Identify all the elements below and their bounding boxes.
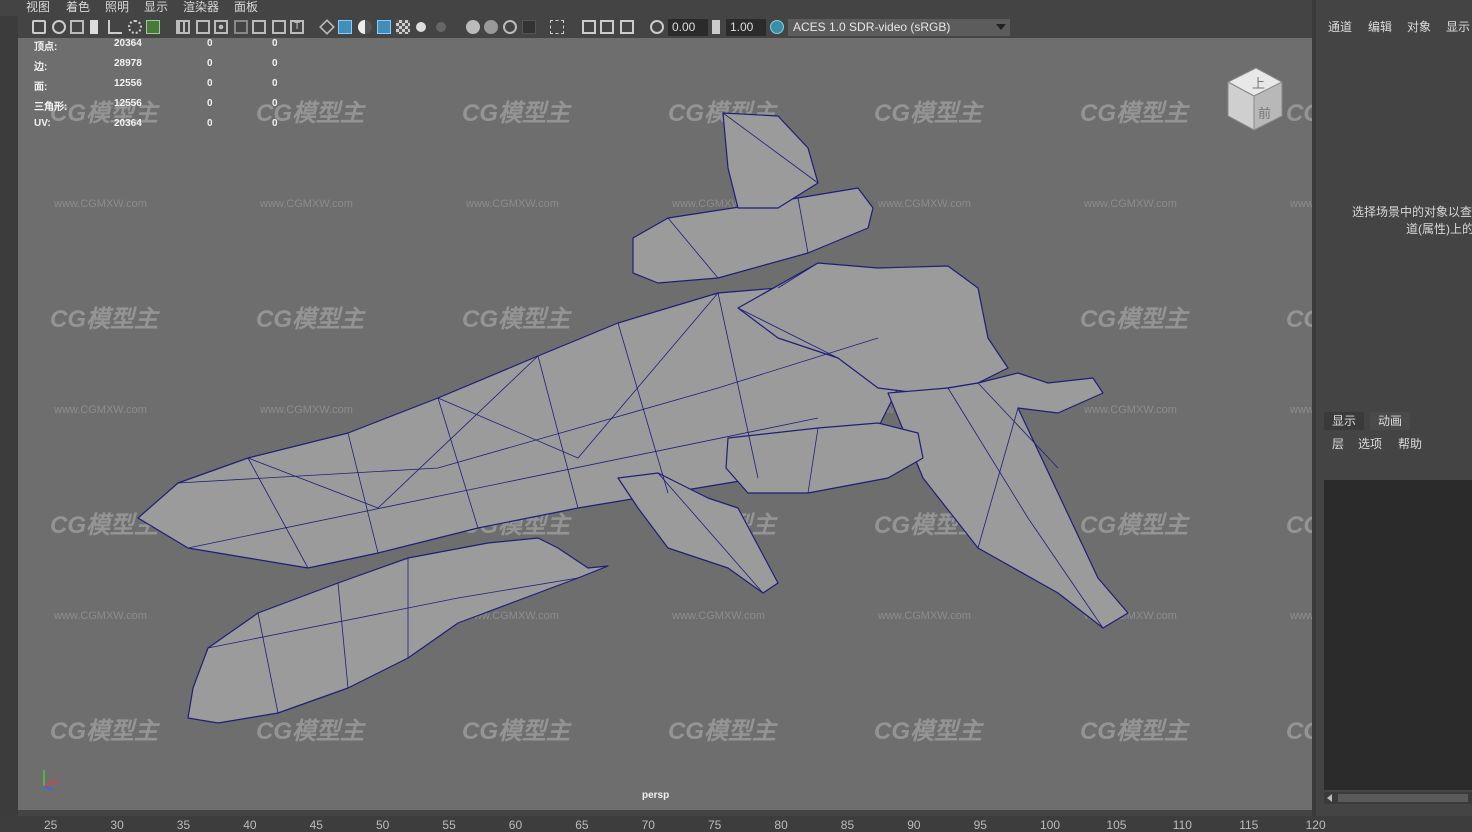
shadows-icon[interactable] xyxy=(436,22,446,32)
viewport-menu-bar: 视图 着色 照明 显示 渲染器 面板 xyxy=(0,0,1312,16)
chevron-down-icon xyxy=(996,24,1006,30)
color-management-icon[interactable] xyxy=(770,20,784,34)
menu-object[interactable]: 对象 xyxy=(1407,18,1431,35)
time-tick-label: 100 xyxy=(1040,818,1061,832)
depth-of-field-icon[interactable] xyxy=(522,20,536,34)
scroll-thumb[interactable] xyxy=(1338,794,1468,802)
time-tick-label: 35 xyxy=(176,818,191,832)
text-icon[interactable]: T xyxy=(290,20,304,34)
snap-icon[interactable] xyxy=(128,20,142,34)
hud-row-faces: 面: 12556 0 0 xyxy=(34,78,278,93)
gamma-icon[interactable] xyxy=(712,20,720,34)
view-cube[interactable]: 上 前 xyxy=(1222,60,1288,134)
time-tick-label: 45 xyxy=(309,818,323,832)
axis-icon[interactable] xyxy=(108,20,122,34)
color-management-select[interactable]: ACES 1.0 SDR-video (sRGB) xyxy=(788,19,1010,36)
menu-view[interactable]: 视图 xyxy=(26,0,50,14)
motion-blur-icon[interactable] xyxy=(484,20,498,34)
exposure-icon[interactable] xyxy=(650,20,664,34)
time-tick-label: 50 xyxy=(376,818,390,832)
xray-components-icon[interactable] xyxy=(620,20,634,34)
menu-display[interactable]: 显示 xyxy=(1446,18,1470,35)
layer-editor-tabs: 显示 动画 xyxy=(1324,412,1472,430)
scroll-left-icon[interactable] xyxy=(1327,794,1332,802)
time-tick-label: 25 xyxy=(44,818,58,832)
time-tick-label: 80 xyxy=(774,818,788,832)
ambient-occlusion-icon[interactable] xyxy=(466,20,480,34)
isolate-icon[interactable] xyxy=(550,20,564,34)
time-tick-label: 85 xyxy=(840,818,855,832)
layer-list[interactable] xyxy=(1324,480,1472,790)
menu-lighting[interactable]: 照明 xyxy=(105,0,129,14)
menu-shading[interactable]: 着色 xyxy=(66,0,90,14)
exposure-field[interactable]: 0.00 xyxy=(668,19,708,36)
camera-attr-icon[interactable] xyxy=(52,20,66,34)
image-plane-icon[interactable] xyxy=(90,20,98,34)
3d-viewport[interactable]: CG模型主CG模型主CG模型主CG模型主CG模型主CG模型主CG模型主CG模型主… xyxy=(18,38,1312,810)
time-tick-label: 115 xyxy=(1239,818,1259,832)
time-tick-label: 105 xyxy=(1106,818,1127,832)
lighting-icon[interactable] xyxy=(416,22,426,32)
smooth-shade-icon[interactable] xyxy=(338,20,352,34)
time-tick-label: 110 xyxy=(1172,818,1192,832)
shade-all-icon[interactable] xyxy=(358,20,372,34)
channel-box-hint-line2: 道(属性)上的 xyxy=(1406,222,1472,236)
safe-title-icon[interactable] xyxy=(272,20,286,34)
viewcube-top-label: 上 xyxy=(1252,77,1265,92)
time-tick-label: 95 xyxy=(973,818,987,832)
menu-show[interactable]: 显示 xyxy=(144,0,168,14)
color-management-label: ACES 1.0 SDR-video (sRGB) xyxy=(793,20,951,34)
pencil-icon[interactable] xyxy=(146,20,160,34)
viewport-toolbar xyxy=(18,16,1312,38)
spaceship-mesh[interactable] xyxy=(18,38,1312,810)
menu-channels[interactable]: 通道 xyxy=(1328,18,1352,35)
time-tick-label: 30 xyxy=(110,818,124,832)
time-tick-label: 65 xyxy=(575,818,589,832)
time-tick-label: 60 xyxy=(508,818,523,832)
panel-splitter[interactable] xyxy=(1312,0,1316,832)
time-tick-label: 70 xyxy=(641,818,655,832)
hud-row-edges: 边: 28978 0 0 xyxy=(34,58,278,73)
bookmark-icon[interactable] xyxy=(70,20,84,34)
time-tick-label: 75 xyxy=(708,818,722,832)
xray-icon[interactable] xyxy=(582,20,596,34)
menu-options[interactable]: 选项 xyxy=(1358,435,1382,452)
menu-panels[interactable]: 面板 xyxy=(234,0,258,14)
menu-help[interactable]: 帮助 xyxy=(1398,435,1422,452)
field-chart-icon[interactable] xyxy=(252,20,266,34)
checker-icon[interactable] xyxy=(396,20,410,34)
menu-layers[interactable]: 层 xyxy=(1332,435,1344,452)
time-tick-label: 40 xyxy=(243,818,257,832)
viewcube-front-label: 前 xyxy=(1258,106,1271,122)
tab-display[interactable]: 显示 xyxy=(1324,412,1365,430)
tab-animation[interactable]: 动画 xyxy=(1370,412,1411,430)
time-tick-label: 55 xyxy=(442,818,456,832)
camera-select-icon[interactable] xyxy=(32,20,46,34)
hud-row-triangles: 三角形: 12556 0 0 xyxy=(34,98,278,113)
xray-joints-icon[interactable] xyxy=(600,20,614,34)
textured-icon[interactable] xyxy=(377,20,391,34)
resolution-gate-icon[interactable] xyxy=(214,20,228,34)
camera-name-label: persp xyxy=(642,790,670,801)
axis-gizmo-icon xyxy=(43,770,59,791)
horizontal-scrollbar[interactable] xyxy=(1324,792,1472,804)
gamma-field[interactable]: 1.00 xyxy=(726,19,766,36)
menu-renderer[interactable]: 渲染器 xyxy=(183,0,219,14)
time-tick-label: 90 xyxy=(907,818,921,832)
grid-icon[interactable] xyxy=(176,20,190,34)
left-tool-strip xyxy=(0,16,18,816)
hud-row-uvs: UV: 20364 0 0 xyxy=(34,118,278,129)
menu-edit[interactable]: 编辑 xyxy=(1368,18,1392,35)
hud-row-vertices: 顶点: 20364 0 0 xyxy=(34,38,278,53)
safe-area-icon[interactable] xyxy=(234,20,248,34)
time-tick-label: 120 xyxy=(1305,818,1326,832)
film-gate-icon[interactable] xyxy=(196,20,210,34)
anti-alias-icon[interactable] xyxy=(503,20,517,34)
channel-box-hint-line1: 选择场景中的对象以查 xyxy=(1352,205,1472,219)
